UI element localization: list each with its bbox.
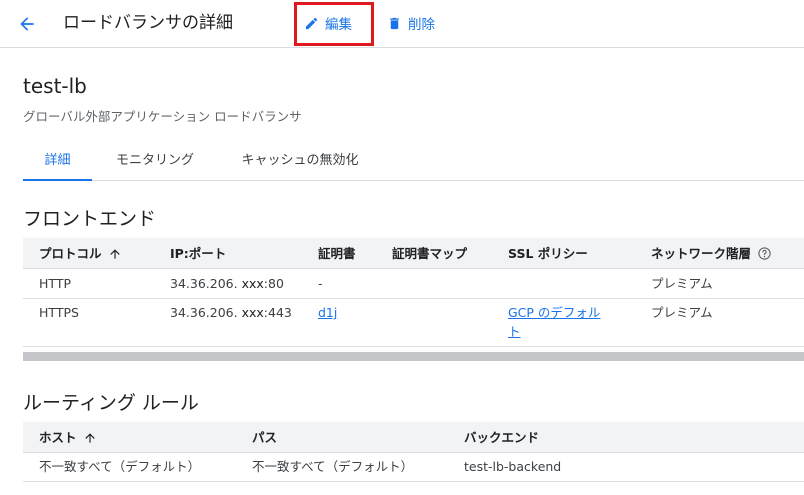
sort-ascending-icon [83,431,97,445]
row-divider [23,481,804,482]
column-backend: バックエンド [464,430,540,445]
cell-protocol: HTTPS [39,305,79,320]
frontend-section-title: フロントエンド [23,208,157,230]
delete-button-label: 削除 [408,17,435,33]
certificate-link[interactable]: d1j [318,305,337,320]
column-certificate-map: 証明書マップ [392,246,468,261]
cell-network-tier: プレミアム [651,276,713,291]
tab-cache-invalidation[interactable]: キャッシュの無効化 [235,143,365,181]
cell-certificate: d1j [318,303,337,322]
cell-path: 不一致すべて（デフォルト） [252,459,414,474]
row-divider [23,346,804,347]
back-button[interactable] [14,11,40,37]
tab-details[interactable]: 詳細 [23,143,92,181]
help-icon[interactable] [757,246,772,261]
delete-button[interactable]: 削除 [387,12,435,34]
edit-highlight-box [294,2,374,46]
routing-rules-section-title: ルーティング ルール [23,392,199,414]
cell-ip-port: 34.36.206. xxx:80 [170,276,284,291]
column-ip-port: IP:ポート [170,246,227,261]
column-network-tier: ネットワーク階層 [651,238,772,269]
frontend-table-header: プロトコル IP:ポート 証明書 証明書マップ SSL ポリシー ネットワーク階… [23,238,804,269]
column-path: パス [252,430,278,445]
column-certificate: 証明書 [318,246,356,261]
cell-certificate: - [318,276,323,291]
column-host[interactable]: ホスト [39,422,97,453]
cell-ssl-policy: GCP のデフォルト [508,303,600,341]
load-balancer-type: グローバル外部アプリケーション ロードバランサ [23,109,302,124]
arrow-back-icon [20,17,34,31]
routing-rules-table: ホスト パス バックエンド 不一致すべて（デフォルト） 不一致すべて（デフォルト… [23,422,804,484]
horizontal-scrollbar[interactable] [23,352,804,361]
column-protocol[interactable]: プロトコル [39,238,122,269]
frontend-table: プロトコル IP:ポート 証明書 証明書マップ SSL ポリシー ネットワーク階… [23,238,804,348]
tab-monitoring[interactable]: モニタリング [111,143,199,181]
column-ssl-policy: SSL ポリシー [508,246,588,261]
sort-ascending-icon [108,247,122,261]
cell-backend: test-lb-backend [464,459,562,474]
ssl-policy-link[interactable]: GCP のデフォルト [508,305,600,339]
cell-protocol: HTTP [39,276,71,291]
row-divider [23,298,804,299]
routing-table-header: ホスト パス バックエンド [23,422,804,453]
top-bar: ロードバランサの詳細 編集 削除 [0,0,804,48]
trash-icon [387,16,402,31]
cell-network-tier: プレミアム [651,305,713,320]
cell-host: 不一致すべて（デフォルト） [39,459,201,474]
page-title: ロードバランサの詳細 [63,13,233,33]
tab-bar: 詳細 モニタリング キャッシュの無効化 [23,143,804,181]
load-balancer-name: test-lb [23,74,87,98]
cell-ip-port: 34.36.206. xxx:443 [170,305,292,320]
